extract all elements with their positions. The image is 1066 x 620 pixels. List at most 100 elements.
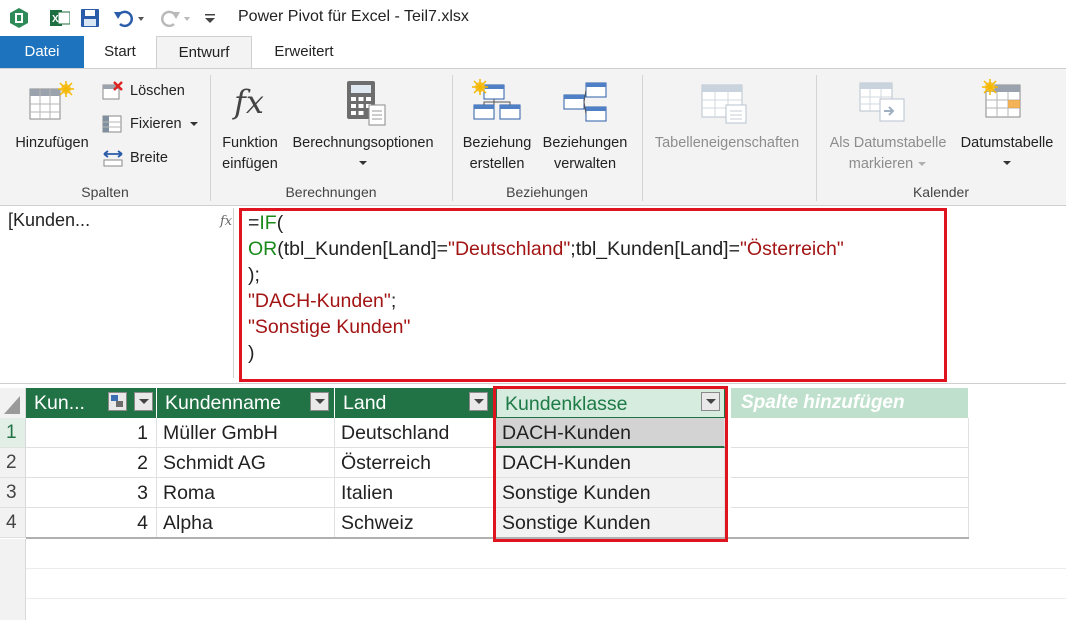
tabelleneigenschaften-button: Tabelleneigenschaften [654,135,800,151]
power-pivot-icon [6,0,32,36]
berechnungsoptionen-button[interactable]: Berechnungsoptionen [286,133,440,175]
excel-icon[interactable]: X [48,0,72,36]
table-properties-icon [700,83,750,130]
cell-land[interactable]: Schweiz [335,508,496,538]
cell-empty[interactable] [731,418,969,448]
cell-id[interactable]: 4 [26,508,157,538]
save-icon[interactable] [78,0,102,36]
als-datumstabelle-markieren-button: Als Datumstabelle markieren [822,133,954,175]
chevron-down-icon [918,162,927,166]
column-header-label: Kundenname [165,392,282,414]
cell-empty[interactable] [731,448,969,478]
fixieren-label: Fixieren [130,116,182,132]
group-separator [210,75,211,201]
ribbon-tabs: Datei Start Entwurf Erweitert [0,36,1066,69]
cell-kundenname[interactable]: Schmidt AG [157,448,335,478]
column-highlight-box [493,386,728,542]
cell-land[interactable]: Österreich [335,448,496,478]
funktion-einfuegen-button[interactable]: Funktion einfügen [214,133,286,175]
beziehungen-verwalten-label-2: verwalten [553,156,617,172]
hinzufuegen-button[interactable]: Hinzufügen [10,133,94,154]
group-separator [642,75,643,201]
date-table-icon[interactable] [980,79,1030,130]
markieren-label-2: markieren [848,156,914,172]
tab-erweitert[interactable]: Erweitert [252,36,356,68]
beziehungen-verwalten-label-1: Beziehungen [542,135,628,151]
select-all-corner[interactable] [0,388,26,418]
create-relationship-icon[interactable] [470,79,522,130]
name-box-text: [Kunden... [8,210,91,230]
cell-kundenname[interactable]: Roma [157,478,335,508]
manage-relationships-icon[interactable] [560,79,612,130]
function-icon[interactable]: fx [230,81,274,128]
funktion-label-2: einfügen [222,156,278,172]
cell-land[interactable]: Deutschland [335,418,496,448]
tab-entwurf[interactable]: Entwurf [156,36,252,69]
cell-id[interactable]: 3 [26,478,157,508]
beziehung-erstellen-button[interactable]: Beziehung erstellen [456,133,538,175]
column-header-label: Kun... [34,392,85,414]
filter-dropdown-icon[interactable] [134,392,153,411]
cell-id[interactable]: 2 [26,448,157,478]
row-number[interactable]: 1 [0,418,26,448]
loeschen-label: Löschen [130,83,185,99]
group-separator [816,75,817,201]
column-header-label: Land [343,392,387,414]
group-label-kalender: Kalender [912,184,970,200]
svg-text:X: X [52,14,59,25]
window-title: Power Pivot für Excel - Teil7.xlsx [238,8,469,25]
cell-empty[interactable] [731,508,969,538]
cell-kundenname[interactable]: Alpha [157,508,335,538]
chevron-down-icon [359,161,367,165]
group-label-berechnungen: Berechnungen [285,184,377,200]
cell-id[interactable]: 1 [26,418,157,448]
row-number[interactable]: 4 [0,508,26,538]
funktion-label-1: Funktion [222,135,278,151]
filter-dropdown-icon[interactable] [469,392,488,411]
chevron-down-icon [189,122,198,126]
filter-dropdown-icon[interactable] [310,392,329,411]
cell-empty[interactable] [731,478,969,508]
group-label-spalten: Spalten [81,184,129,200]
title-bar: X Power Pivot für Excel - Teil7.xlsx [0,0,1066,36]
group-label-beziehungen: Beziehungen [506,184,588,200]
loeschen-button[interactable]: Löschen [102,81,185,101]
breite-label: Breite [130,150,168,166]
cell-kundenname[interactable]: Müller GmbH [157,418,335,448]
empty-grid-row [0,539,1066,569]
column-header-kundenname[interactable]: Kundenname [157,388,335,418]
chevron-down-icon [1003,161,1011,165]
group-separator [452,75,453,201]
formula-area: [Kunden... fx =IF( OR(tbl_Kunden[Land]="… [0,206,1066,384]
customize-toolbar-icon[interactable] [200,0,220,36]
cell-land[interactable]: Italien [335,478,496,508]
datumstabelle-button[interactable]: Datumstabelle [954,133,1060,175]
tab-start[interactable]: Start [84,36,156,68]
row-number[interactable]: 3 [0,478,26,508]
beziehung-erstellen-label-1: Beziehung [462,135,532,151]
sort-icon[interactable] [108,392,127,411]
undo-icon[interactable] [110,0,148,36]
fx-icon[interactable]: fx [220,214,232,229]
fixieren-button[interactable]: Fixieren [102,114,206,134]
add-column-label: Spalte hinzufügen [741,392,905,413]
beziehungen-verwalten-button[interactable]: Beziehungen verwalten [538,133,632,175]
add-column-icon[interactable] [28,81,76,128]
markieren-label-1: Als Datumstabelle [829,135,947,151]
redo-icon[interactable] [156,0,194,36]
mark-as-date-table-icon [856,79,908,130]
add-column-header[interactable]: Spalte hinzufügen [731,388,969,418]
beziehung-erstellen-label-2: erstellen [469,156,525,172]
empty-grid-row [0,569,1066,599]
berechnungsoptionen-label: Berechnungsoptionen [292,135,434,151]
tab-datei[interactable]: Datei [0,36,84,68]
row-number[interactable]: 2 [0,448,26,478]
row-header-gutter [0,539,26,620]
svg-text:fx: fx [232,83,264,121]
name-box[interactable]: [Kunden... fx [2,208,234,378]
breite-button[interactable]: Breite [102,148,168,168]
ribbon: Hinzufügen Löschen Fixieren Breite Spalt… [0,68,1066,206]
data-grid: Kun... Kundenname Land Kundenklasse Spal… [0,386,1066,620]
datumstabelle-label: Datumstabelle [960,135,1054,151]
calculator-icon[interactable] [343,79,389,132]
